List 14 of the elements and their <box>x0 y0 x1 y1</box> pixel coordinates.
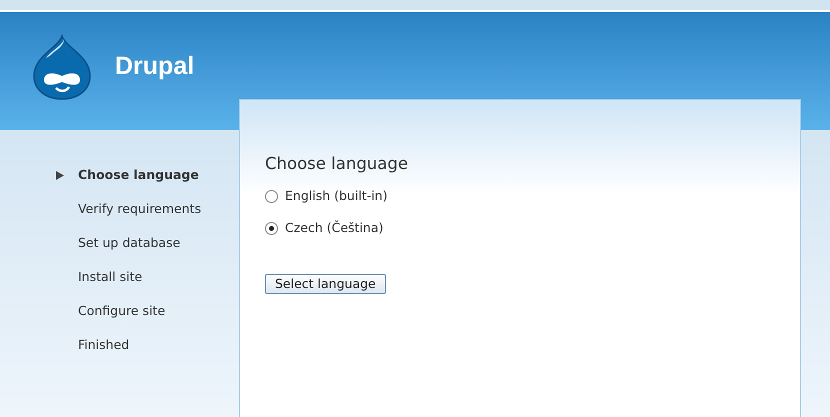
site-name: Drupal <box>115 51 194 82</box>
step-label: Install site <box>78 268 142 286</box>
option-label: English (built-in) <box>285 186 388 205</box>
option-label: Czech (Čeština) <box>285 218 384 237</box>
radio-button[interactable] <box>265 222 278 235</box>
step-label: Configure site <box>78 302 166 320</box>
step-label: Verify requirements <box>78 200 202 218</box>
select-language-button[interactable]: Select language <box>265 274 386 294</box>
radio-button[interactable] <box>265 190 278 203</box>
panel-title: Choose language <box>265 153 409 175</box>
step-label: Choose language <box>78 166 199 184</box>
step-label: Set up database <box>78 234 180 252</box>
step-label: Finished <box>78 336 130 354</box>
drop-logo-icon <box>32 34 92 100</box>
